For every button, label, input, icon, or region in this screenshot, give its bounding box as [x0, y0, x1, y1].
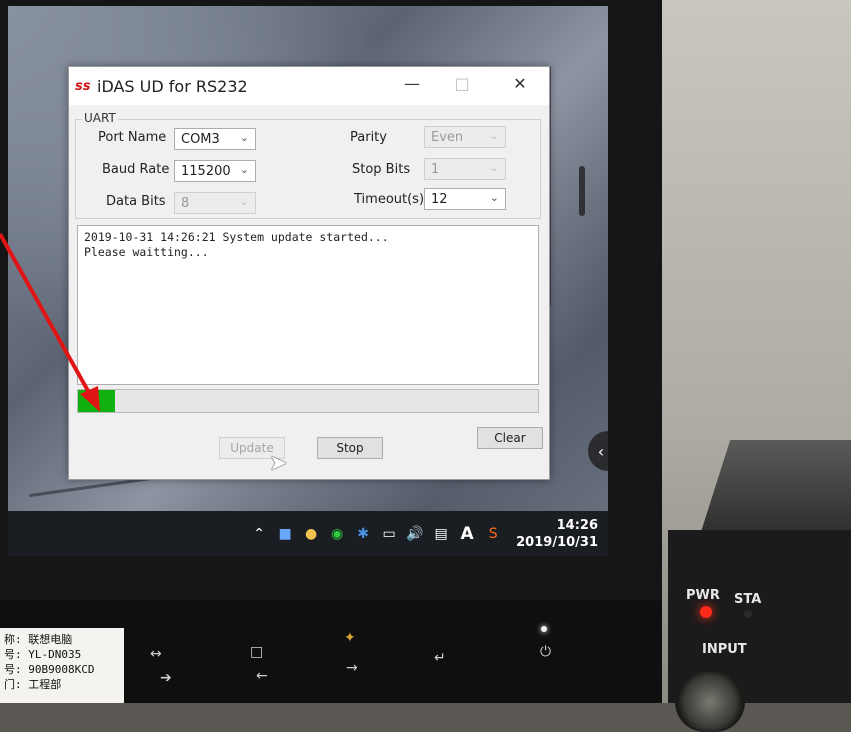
- sticker-line: 号: YL-DN035: [4, 648, 82, 661]
- baud-rate-value: 115200: [181, 163, 231, 179]
- input-label: INPUT: [702, 642, 747, 657]
- clock-date: 2019/10/31: [516, 534, 598, 550]
- parity-select[interactable]: Even ⌄: [424, 126, 506, 148]
- app-logo-icon: ss: [75, 78, 91, 94]
- sticker-line: 门: 工程部: [4, 678, 62, 691]
- ime-indicator[interactable]: A: [458, 524, 476, 544]
- input-arrow-icon: ➔: [160, 670, 172, 686]
- stop-bits-value: 1: [431, 161, 440, 177]
- baud-rate-label: Baud Rate: [102, 162, 170, 177]
- chevron-down-icon: ⌄: [489, 191, 499, 204]
- port-name-value: COM3: [181, 131, 220, 147]
- wechat-icon[interactable]: ◉: [328, 525, 346, 543]
- stop-bits-select[interactable]: 1 ⌄: [424, 158, 506, 180]
- left-arrow-icon: ←: [256, 668, 268, 684]
- parity-label: Parity: [350, 130, 387, 145]
- clock-time: 14:26: [556, 517, 598, 533]
- app-window: ss iDAS UD for RS232 — □ ✕ UART Port Nam…: [68, 66, 550, 480]
- progress-fill: [78, 390, 115, 412]
- screen-scroll-indicator: [579, 166, 585, 216]
- sogou-icon[interactable]: S: [484, 525, 502, 543]
- system-tray: ⌃ ■ ● ◉ ✱ ▭ 🔊 ▤ A S 14:26 2019/10/31: [250, 511, 598, 556]
- side-panel-toggle[interactable]: ‹: [588, 431, 608, 471]
- brightness-icon[interactable]: ✦: [344, 630, 356, 646]
- parity-value: Even: [431, 129, 464, 145]
- data-bits-label: Data Bits: [106, 194, 166, 209]
- port-name-select[interactable]: COM3 ⌄: [174, 128, 256, 150]
- mode-icon[interactable]: □: [250, 644, 263, 660]
- minimize-button[interactable]: —: [389, 67, 435, 99]
- sticker-line: 称: 联想电脑: [4, 633, 73, 646]
- asset-sticker: 称: 联想电脑 号: YL-DN035 号: 90B9008KCD 门: 工程部: [0, 628, 124, 703]
- maximize-icon: □: [454, 73, 470, 93]
- sta-led: [744, 610, 752, 618]
- taskbar-clock[interactable]: 14:26 2019/10/31: [516, 517, 598, 551]
- log-textarea[interactable]: 2019-10-31 14:26:21 System update starte…: [77, 225, 539, 385]
- update-progress-bar: [77, 389, 539, 413]
- log-line: 2019-10-31 14:26:21 System update starte…: [84, 230, 389, 244]
- data-bits-value: 8: [181, 195, 190, 211]
- network-icon[interactable]: ▭: [380, 525, 398, 543]
- window-title: iDAS UD for RS232: [97, 76, 248, 96]
- chevron-up-icon[interactable]: ⌃: [250, 525, 268, 543]
- bluetooth-icon[interactable]: ✱: [354, 525, 372, 543]
- mouse-pointer-icon: ➤: [269, 451, 288, 476]
- stop-bits-label: Stop Bits: [352, 162, 411, 177]
- pwr-led: [700, 606, 712, 618]
- taskbar: ⌃ ■ ● ◉ ✱ ▭ 🔊 ▤ A S 14:26 2019/10/31: [8, 511, 608, 556]
- monitor-power-led: [541, 626, 547, 632]
- right-arrow-icon: →: [346, 660, 358, 676]
- power-icon[interactable]: ⏻: [540, 644, 551, 660]
- close-icon: ✕: [513, 73, 527, 93]
- data-bits-select[interactable]: 8 ⌄: [174, 192, 256, 214]
- monitor-bezel: ss iDAS UD for RS232 — □ ✕ UART Port Nam…: [0, 0, 662, 600]
- timeout-value: 12: [431, 191, 448, 207]
- stop-button[interactable]: Stop: [317, 437, 383, 459]
- close-button[interactable]: ✕: [497, 67, 543, 99]
- minimize-icon: —: [404, 73, 420, 93]
- usb-icon[interactable]: ■: [276, 525, 294, 543]
- clear-button[interactable]: Clear: [477, 427, 543, 449]
- app-tray-icon[interactable]: ●: [302, 525, 320, 543]
- log-line: Please waitting...: [84, 245, 209, 259]
- timeout-label: Timeout(s): [354, 192, 425, 207]
- timeout-select[interactable]: 12 ⌄: [424, 188, 506, 210]
- baud-rate-select[interactable]: 115200 ⌄: [174, 160, 256, 182]
- sta-label: STA: [734, 592, 762, 607]
- volume-icon[interactable]: 🔊: [406, 525, 424, 543]
- input-connector: [675, 672, 745, 732]
- chevron-down-icon: ⌄: [239, 163, 249, 176]
- chevron-down-icon: ⌄: [489, 161, 499, 174]
- maximize-button[interactable]: □: [439, 67, 485, 99]
- uart-group: UART Port Name COM3 ⌄ Baud Rate 115200 ⌄…: [75, 111, 541, 219]
- notification-icon[interactable]: ▤: [432, 525, 450, 543]
- sticker-line: 号: 90B9008KCD: [4, 663, 95, 676]
- chevron-down-icon: ⌄: [489, 129, 499, 142]
- chevron-left-icon: ‹: [597, 441, 605, 461]
- port-name-label: Port Name: [98, 130, 167, 145]
- chevron-down-icon: ⌄: [239, 195, 249, 208]
- input-source-icon[interactable]: ↔: [150, 646, 162, 662]
- title-bar: ss iDAS UD for RS232 — □ ✕: [69, 67, 549, 105]
- desktop-screen: ss iDAS UD for RS232 — □ ✕ UART Port Nam…: [8, 6, 608, 556]
- enter-icon[interactable]: ↵: [434, 650, 446, 666]
- chevron-down-icon: ⌄: [239, 131, 249, 144]
- pwr-label: PWR: [686, 588, 720, 603]
- uart-legend: UART: [82, 111, 118, 125]
